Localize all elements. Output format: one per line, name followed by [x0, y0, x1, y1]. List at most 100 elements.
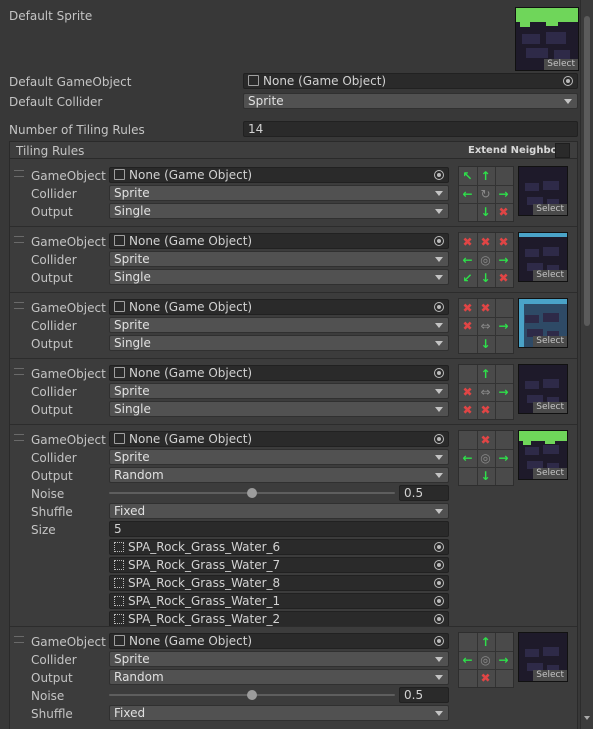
- shuffle-dropdown[interactable]: Fixed: [109, 705, 449, 721]
- neighbor-cell[interactable]: ↓: [477, 203, 494, 220]
- neighbor-cell[interactable]: ✖: [495, 233, 512, 250]
- neighbor-cell[interactable]: [459, 335, 476, 352]
- neighbor-cell[interactable]: ✖: [477, 401, 494, 418]
- neighbor-cell[interactable]: ←: [459, 185, 476, 202]
- drag-handle-icon[interactable]: [14, 302, 24, 309]
- neighbor-cell[interactable]: ↙: [459, 269, 476, 286]
- neighbor-cell[interactable]: ⇔: [477, 383, 494, 400]
- object-picker-icon[interactable]: [434, 170, 444, 180]
- select-button[interactable]: Select: [533, 270, 567, 281]
- neighbor-cell[interactable]: [459, 467, 476, 484]
- neighbor-cell[interactable]: ✖: [495, 203, 512, 220]
- neighbor-cell[interactable]: [495, 401, 512, 418]
- neighbor-rule-grid[interactable]: ↑ ← ◎ → ✖: [458, 632, 514, 688]
- drag-handle-icon[interactable]: [14, 368, 24, 375]
- output-dropdown[interactable]: Random: [109, 669, 449, 685]
- collider-dropdown[interactable]: Sprite: [109, 651, 449, 667]
- neighbor-cell[interactable]: [495, 167, 512, 184]
- default-sprite-preview[interactable]: Select: [515, 7, 579, 71]
- object-picker-icon[interactable]: [434, 560, 444, 570]
- neighbor-cell[interactable]: ✖: [459, 317, 476, 334]
- neighbor-rule-grid[interactable]: ✖ ← ◎ → ↓: [458, 430, 514, 486]
- object-picker-icon[interactable]: [434, 578, 444, 588]
- collider-dropdown[interactable]: Sprite: [109, 449, 449, 465]
- output-dropdown[interactable]: Single: [109, 269, 449, 285]
- neighbor-rule-grid[interactable]: ✖ ✖ ✖ ← ◎ → ↙ ↓ ✖: [458, 232, 514, 288]
- scrollbar-thumb[interactable]: [584, 16, 590, 326]
- neighbor-cell[interactable]: ←: [459, 251, 476, 268]
- default-gameobject-field[interactable]: None (Game Object): [243, 73, 578, 89]
- neighbor-cell[interactable]: ↑: [477, 633, 494, 650]
- neighbor-cell[interactable]: [495, 633, 512, 650]
- object-picker-icon[interactable]: [434, 596, 444, 606]
- object-picker-icon[interactable]: [434, 636, 444, 646]
- output-dropdown[interactable]: Single: [109, 335, 449, 351]
- select-button[interactable]: Select: [533, 204, 567, 215]
- sprite-slot-field[interactable]: SPA_Rock_Grass_Water_6: [109, 539, 449, 555]
- select-button[interactable]: Select: [533, 670, 567, 681]
- collider-dropdown[interactable]: Sprite: [109, 185, 449, 201]
- rule-sprite-preview[interactable]: Select: [518, 632, 568, 682]
- noise-input[interactable]: 0.5: [399, 687, 449, 703]
- neighbor-cell[interactable]: [495, 467, 512, 484]
- sprite-slot-field[interactable]: SPA_Rock_Grass_Water_2: [109, 611, 449, 627]
- output-dropdown[interactable]: Single: [109, 203, 449, 219]
- drag-handle-icon[interactable]: [14, 236, 24, 243]
- neighbor-cell[interactable]: [459, 203, 476, 220]
- collider-dropdown[interactable]: Sprite: [109, 383, 449, 399]
- neighbor-cell[interactable]: [495, 669, 512, 686]
- neighbor-cell[interactable]: [459, 633, 476, 650]
- neighbor-rule-grid[interactable]: ↖ ↑ ← ↻ → ↓ ✖: [458, 166, 514, 222]
- neighbor-cell[interactable]: ↓: [477, 269, 494, 286]
- neighbor-cell[interactable]: ✖: [495, 269, 512, 286]
- sprite-slot-field[interactable]: SPA_Rock_Grass_Water_7: [109, 557, 449, 573]
- rule-sprite-preview[interactable]: Select: [518, 232, 568, 282]
- gameobject-field[interactable]: None (Game Object): [109, 167, 449, 183]
- select-button[interactable]: Select: [533, 468, 567, 479]
- neighbor-cell[interactable]: ✖: [459, 299, 476, 316]
- neighbor-cell[interactable]: ◎: [477, 251, 494, 268]
- collider-dropdown[interactable]: Sprite: [109, 317, 449, 333]
- select-button[interactable]: Select: [533, 402, 567, 413]
- rule-sprite-preview[interactable]: Select: [518, 166, 568, 216]
- neighbor-cell[interactable]: ↻: [477, 185, 494, 202]
- object-picker-icon[interactable]: [434, 542, 444, 552]
- neighbor-cell[interactable]: ←: [459, 449, 476, 466]
- neighbor-cell[interactable]: ✖: [459, 233, 476, 250]
- noise-slider-knob[interactable]: [247, 690, 257, 700]
- neighbor-cell[interactable]: ↖: [459, 167, 476, 184]
- neighbor-cell[interactable]: ✖: [459, 401, 476, 418]
- neighbor-cell[interactable]: →: [495, 449, 512, 466]
- size-input[interactable]: 5: [109, 521, 449, 537]
- object-picker-icon[interactable]: [434, 368, 444, 378]
- select-button[interactable]: Select: [533, 336, 567, 347]
- neighbor-cell[interactable]: ↓: [477, 467, 494, 484]
- extend-neighbor-checkbox[interactable]: [555, 143, 570, 158]
- neighbor-cell[interactable]: [459, 431, 476, 448]
- scroll-down-arrow-icon[interactable]: [584, 716, 590, 720]
- rule-sprite-preview[interactable]: Select: [518, 364, 568, 414]
- neighbor-cell[interactable]: [495, 335, 512, 352]
- rule-sprite-preview[interactable]: Select: [518, 298, 568, 348]
- gameobject-field[interactable]: None (Game Object): [109, 299, 449, 315]
- drag-handle-icon[interactable]: [14, 170, 24, 177]
- default-collider-dropdown[interactable]: Sprite: [243, 93, 578, 109]
- neighbor-cell[interactable]: [459, 365, 476, 382]
- neighbor-cell[interactable]: →: [495, 383, 512, 400]
- neighbor-cell[interactable]: [459, 669, 476, 686]
- neighbor-cell[interactable]: →: [495, 317, 512, 334]
- neighbor-cell[interactable]: →: [495, 251, 512, 268]
- noise-input[interactable]: 0.5: [399, 485, 449, 501]
- object-picker-icon[interactable]: [434, 302, 444, 312]
- neighbor-rule-grid[interactable]: ↑ ✖ ⇔ → ✖ ✖: [458, 364, 514, 420]
- neighbor-cell[interactable]: ⇔: [477, 317, 494, 334]
- neighbor-cell[interactable]: [495, 431, 512, 448]
- output-dropdown[interactable]: Random: [109, 467, 449, 483]
- noise-slider-knob[interactable]: [247, 488, 257, 498]
- neighbor-cell[interactable]: ✖: [477, 299, 494, 316]
- sprite-slot-field[interactable]: SPA_Rock_Grass_Water_8: [109, 575, 449, 591]
- neighbor-rule-grid[interactable]: ✖ ✖ ✖ ⇔ → ↓: [458, 298, 514, 354]
- collider-dropdown[interactable]: Sprite: [109, 251, 449, 267]
- gameobject-field[interactable]: None (Game Object): [109, 431, 449, 447]
- neighbor-cell[interactable]: ✖: [477, 669, 494, 686]
